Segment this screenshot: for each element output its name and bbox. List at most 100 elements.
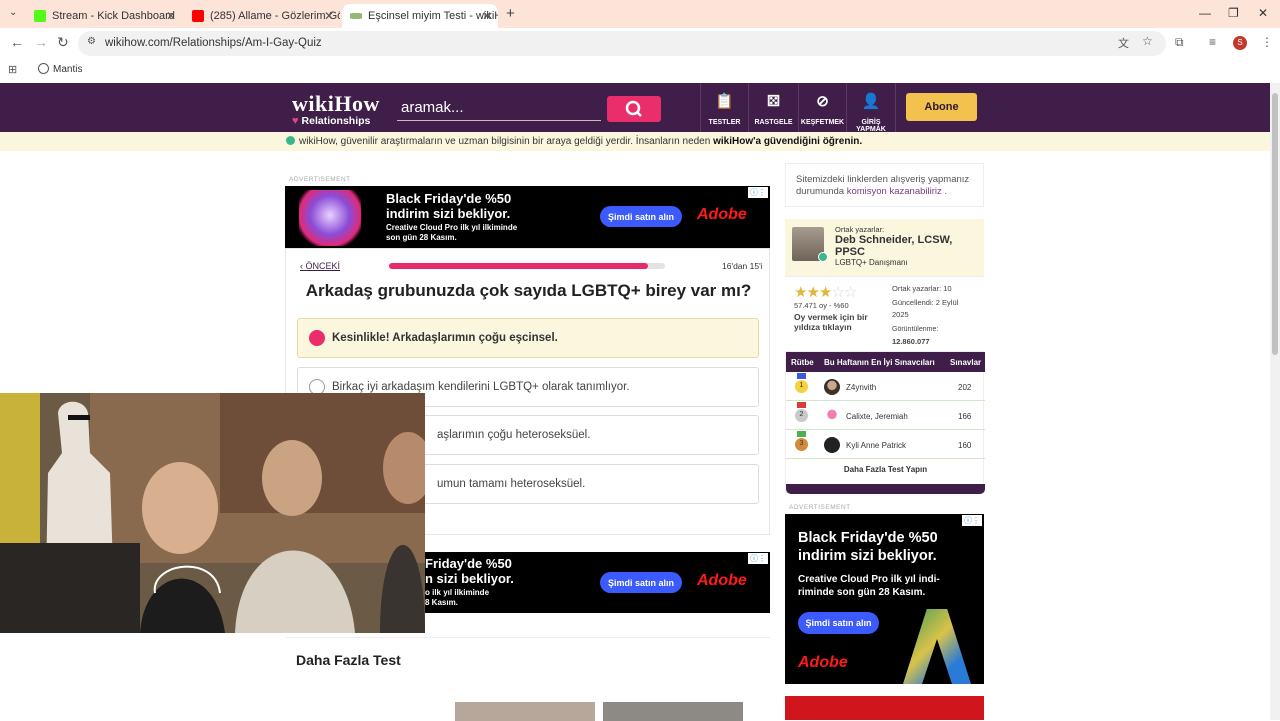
- back-icon[interactable]: ←: [10, 34, 24, 50]
- search-button[interactable]: [607, 96, 661, 122]
- quiz-question: Arkadaş grubunuzda çok sayıda LGBTQ+ bir…: [305, 281, 752, 300]
- trust-link[interactable]: wikiHow'a güvendiğini öğrenin.: [713, 136, 862, 147]
- ad-headline: Black Friday'de %50: [798, 530, 938, 546]
- updated-date: Güncellendi: 2 Eylül 2025: [892, 298, 959, 319]
- star-icon[interactable]: ★: [794, 284, 807, 301]
- col-title: Bu Haftanın En İyi Sınavcıları: [824, 358, 935, 367]
- forward-icon[interactable]: →: [34, 34, 48, 50]
- translate-icon[interactable]: 文: [1118, 35, 1129, 51]
- url-text: wikihow.com/Relationships/Am-I-Gay-Quiz: [105, 37, 322, 49]
- previous-button[interactable]: ‹ ÖNCEKİ: [300, 261, 340, 271]
- profile-avatar[interactable]: S: [1233, 36, 1247, 50]
- minimize-icon[interactable]: —: [1199, 6, 1211, 20]
- user-name: Z4ynvith: [846, 383, 877, 392]
- verified-icon: [818, 252, 828, 262]
- nav-quizzes[interactable]: 📋 TESTLER: [700, 83, 748, 132]
- trust-text: wikiHow, güvenilir araştırmaların ve uzm…: [299, 136, 714, 147]
- ad-choices-icon[interactable]: ⓘ⋮: [962, 515, 982, 526]
- quiz-progress-fill: [389, 263, 648, 269]
- close-icon[interactable]: ✕: [324, 9, 334, 23]
- ribbon-icon: [797, 402, 806, 408]
- scrollbar-thumb[interactable]: [1272, 93, 1278, 355]
- heart-icon: ♥: [292, 115, 299, 127]
- option-text: umun tamamı heteroseksüel.: [437, 478, 586, 490]
- nav-login[interactable]: 👤 GİRİŞ YAPMAK: [846, 83, 896, 133]
- new-tab-button[interactable]: +: [506, 5, 515, 22]
- site-header: wikiHow ♥ Relationships aramak... 📋 TESTLE…: [0, 83, 1270, 133]
- user-score: 166: [958, 412, 972, 421]
- tab-title: Stream - Kick Dashboard: [52, 10, 175, 22]
- compass-icon: ⊘: [816, 93, 829, 110]
- adobe-logo: Adobe: [697, 572, 747, 589]
- address-bar[interactable]: ⚙ wikihow.com/Relationships/Am-I-Gay-Qui…: [78, 31, 1166, 56]
- ad-banner-next[interactable]: [785, 696, 984, 720]
- commission-notice: Sitemizdeki linklerden alışveriş yapmanı…: [785, 163, 984, 207]
- clipboard-icon: 📋: [715, 93, 734, 110]
- option-text: Kesinlikle! Arkadaşlarımın çoğu eşcinsel…: [332, 332, 558, 344]
- ad-banner-top[interactable]: Black Friday'de %50 indirim sizi bekliyo…: [285, 186, 770, 248]
- page-scrollbar[interactable]: [1270, 83, 1280, 720]
- commission-end: .: [941, 186, 948, 197]
- kick-icon: [34, 10, 46, 22]
- tab-wikihow[interactable]: Eşcinsel miyim Testi - wikiHow ✕: [342, 4, 498, 28]
- leaderboard-row[interactable]: 1 Z4ynvith 202: [786, 372, 985, 401]
- ad-choices-icon[interactable]: ⓘ⋮: [748, 553, 768, 564]
- star-rating[interactable]: ★★★☆☆: [794, 283, 857, 301]
- site-info-icon[interactable]: ⚙: [87, 36, 96, 47]
- more-quizzes-link[interactable]: Daha Fazla Test Yapın: [786, 465, 985, 474]
- radio-button[interactable]: [309, 330, 325, 346]
- close-icon[interactable]: ✕: [482, 9, 492, 23]
- ad-banner-side[interactable]: Black Friday'de %50 indirim sizi bekliyo…: [785, 514, 984, 684]
- trust-banner: wikiHow, güvenilir araştırmaların ve uzm…: [0, 132, 1270, 151]
- quiz-option[interactable]: Kesinlikle! Arkadaşlarımın çoğu eşcinsel…: [297, 318, 759, 358]
- star-icon[interactable]: ★: [806, 284, 819, 301]
- test-thumbnail[interactable]: [603, 702, 743, 721]
- mantis-icon: [38, 63, 49, 74]
- ad-cta-button[interactable]: Şimdi satın alın: [798, 612, 879, 634]
- medal-icon: 1: [795, 380, 808, 393]
- tab-youtube[interactable]: (285) Allame - Gözlerim Görme ✕: [184, 4, 340, 28]
- bookmark-mantis[interactable]: Mantis: [53, 64, 82, 75]
- ad-choices-icon[interactable]: ⓘ⋮: [748, 187, 768, 198]
- previous-label: ÖNCEKİ: [305, 261, 341, 271]
- menu-icon[interactable]: ⋮: [1261, 35, 1273, 49]
- extensions-icon[interactable]: ⧉: [1175, 35, 1184, 50]
- user-score: 202: [958, 383, 972, 392]
- close-window-icon[interactable]: ✕: [1258, 6, 1268, 20]
- test-thumbnail[interactable]: [455, 702, 595, 721]
- subscribe-button[interactable]: Abone: [906, 93, 977, 121]
- ad-cta-button[interactable]: Şimdi satın alın: [600, 206, 682, 227]
- wikihow-icon: [350, 13, 362, 19]
- restore-icon[interactable]: ❐: [1228, 6, 1239, 20]
- commission-link[interactable]: komisyon kazanabiliriz: [847, 186, 942, 197]
- nav-label: KEŞFETMEK: [800, 119, 845, 126]
- avatar: [824, 379, 840, 395]
- search-input[interactable]: aramak...: [397, 97, 601, 121]
- star-icon[interactable]: ☆: [831, 284, 844, 301]
- bookmark-star-icon[interactable]: ☆: [1142, 34, 1153, 48]
- tab-search-chevron-icon[interactable]: ⌄: [9, 7, 17, 18]
- option-text: aşlarımın çoğu heteroseksüel.: [437, 429, 591, 441]
- apps-grid-icon[interactable]: ⊞: [8, 63, 17, 76]
- star-icon[interactable]: ☆: [844, 284, 857, 301]
- dice-icon: ⚄: [766, 93, 781, 110]
- ad-headline: Friday'de %50: [425, 556, 512, 571]
- option-text: Birkaç iyi arkadaşım kendilerini LGBTQ+ …: [332, 381, 630, 393]
- ad-headline: indirim sizi bekliyor.: [798, 548, 937, 564]
- user-name: Calixte, Jeremiah: [846, 412, 908, 421]
- media-icon[interactable]: ≡: [1209, 35, 1216, 49]
- article-stats: ★★★☆☆ 57.471 oy - %60 Oy vermek için bir…: [785, 279, 984, 346]
- nav-explore[interactable]: ⊘ KEŞFETMEK: [798, 83, 846, 132]
- ribbon-icon: [797, 431, 806, 437]
- reload-icon[interactable]: ↻: [57, 34, 69, 51]
- tab-kick-dashboard[interactable]: Stream - Kick Dashboard ✕: [26, 4, 182, 28]
- wikihow-logo[interactable]: wikiHow ♥ Relationships: [292, 91, 380, 127]
- ad-body: Creative Cloud Pro ilk yıl ilkiminde: [386, 223, 518, 232]
- star-icon[interactable]: ★: [819, 284, 832, 301]
- leaderboard-row[interactable]: 2 Calixte, Jeremiah 166: [786, 401, 985, 430]
- author-name[interactable]: Deb Schneider, LCSW, PPSC: [835, 234, 975, 258]
- nav-random[interactable]: ⚄ RASTGELE: [748, 83, 798, 132]
- close-icon[interactable]: ✕: [166, 9, 176, 23]
- leaderboard-row[interactable]: 3 Kyli Anne Patrick 160: [786, 430, 985, 459]
- ad-cta-button[interactable]: Şimdi satın alın: [600, 572, 682, 593]
